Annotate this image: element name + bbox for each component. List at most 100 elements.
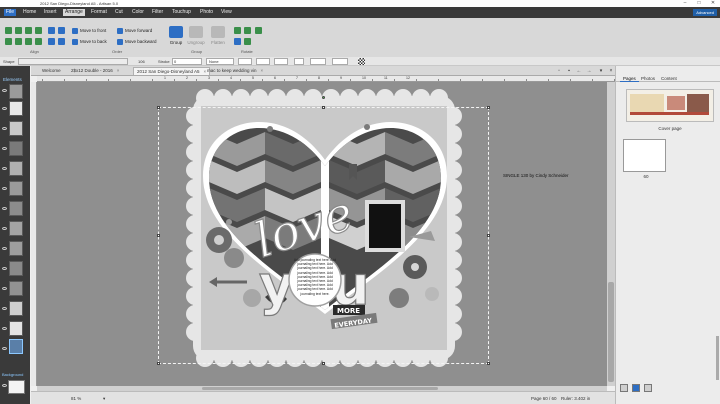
align-center-icon[interactable]: [15, 27, 22, 34]
resize-handle[interactable]: [157, 362, 160, 365]
align-left-icon[interactable]: [5, 27, 12, 34]
layer-thumb[interactable]: [9, 141, 23, 156]
grid-view-icon[interactable]: [620, 384, 628, 392]
layer-thumb[interactable]: [9, 241, 23, 256]
distribute-v-icon[interactable]: [15, 38, 22, 45]
minimize-icon[interactable]: –: [678, 0, 692, 7]
ungroup-button[interactable]: Ungroup: [185, 40, 207, 45]
eye-icon[interactable]: [2, 207, 7, 210]
single-view-icon[interactable]: [644, 384, 652, 392]
same-width-icon[interactable]: [25, 38, 32, 45]
tab-close-icon[interactable]: ×: [608, 68, 614, 74]
opacity-select[interactable]: [332, 58, 348, 65]
resize-handle[interactable]: [157, 234, 160, 237]
background-thumb[interactable]: [8, 380, 25, 394]
tab-pages[interactable]: Pages: [620, 75, 639, 82]
menu-filter[interactable]: Filter: [150, 9, 165, 16]
eye-icon[interactable]: [2, 167, 7, 170]
eye-icon[interactable]: [2, 147, 7, 150]
rotate-left-icon[interactable]: [234, 27, 241, 34]
horizontal-scroll-thumb[interactable]: [202, 387, 438, 390]
resize-handle[interactable]: [157, 106, 160, 109]
layer-thumb[interactable]: [9, 301, 23, 316]
resize-handle[interactable]: [487, 362, 490, 365]
menu-touchup[interactable]: Touchup: [170, 9, 193, 16]
layer-thumb[interactable]: [9, 84, 23, 99]
menu-format[interactable]: Format: [89, 9, 109, 16]
tab-photos[interactable]: Photos: [638, 75, 658, 82]
tab-san-diego[interactable]: 2012 San Diego-Disneyland A5 ×: [133, 67, 211, 75]
tab-double-2016[interactable]: 2$x12 Double - 2016 ×: [68, 67, 122, 75]
close-icon[interactable]: ✕: [706, 0, 720, 7]
ungroup-icon[interactable]: [189, 26, 203, 38]
tab-wedding[interactable]: mac to keep wedding vin ×: [204, 67, 266, 75]
close-icon[interactable]: ×: [261, 68, 264, 73]
menu-photo[interactable]: Photo: [198, 9, 215, 16]
menu-color[interactable]: Color: [130, 9, 146, 16]
group-icon[interactable]: [169, 26, 183, 38]
same-height-icon[interactable]: [35, 38, 42, 45]
stroke-width-field[interactable]: [172, 58, 202, 65]
layer-thumb-selected[interactable]: [9, 339, 23, 354]
group-button[interactable]: Group: [165, 40, 187, 45]
vertical-scroll-thumb[interactable]: [608, 282, 614, 382]
eye-icon[interactable]: [2, 287, 7, 290]
resize-handle[interactable]: [487, 234, 490, 237]
eye-icon[interactable]: [2, 107, 7, 110]
maximize-icon[interactable]: □: [692, 0, 706, 7]
move-to-back-button[interactable]: Move to back: [72, 38, 107, 46]
menu-cut[interactable]: Cut: [113, 9, 125, 16]
rotate-handle[interactable]: [322, 96, 325, 99]
vertical-scrollbar[interactable]: [607, 82, 615, 386]
eye-icon[interactable]: [2, 247, 7, 250]
page-60-thumb[interactable]: [623, 139, 666, 172]
canvas-workspace[interactable]: love you Add journaling text here. Add j…: [37, 82, 607, 386]
layer-thumb[interactable]: [9, 281, 23, 296]
menu-file[interactable]: File: [4, 9, 17, 16]
align-bottom-icon[interactable]: [58, 27, 65, 34]
stroke-style-select[interactable]: [238, 58, 252, 65]
layer-thumb[interactable]: [9, 101, 23, 116]
shadow-select[interactable]: [310, 58, 326, 65]
align-middle-icon[interactable]: [48, 27, 55, 34]
flatten-icon[interactable]: [211, 26, 225, 38]
menu-home[interactable]: Home: [21, 9, 38, 16]
align-right-icon[interactable]: [25, 27, 32, 34]
rotate-right-icon[interactable]: [244, 27, 251, 34]
close-icon[interactable]: ×: [117, 68, 120, 73]
transparency-icon[interactable]: [358, 58, 365, 65]
move-backward-button[interactable]: Move backward: [117, 38, 157, 46]
distribute-h-icon[interactable]: [5, 38, 12, 45]
menu-arrange[interactable]: Arrange: [63, 9, 85, 16]
tab-welcome[interactable]: Welcome: [39, 67, 64, 75]
tab-list-icon[interactable]: ▾: [598, 68, 604, 74]
eye-icon[interactable]: [2, 89, 7, 92]
flatten-button[interactable]: Flatten: [207, 40, 229, 45]
eye-icon[interactable]: [2, 307, 7, 310]
rotate-180-icon[interactable]: [234, 38, 241, 45]
shape-dropdown[interactable]: [18, 58, 128, 65]
eye-icon[interactable]: [2, 127, 7, 130]
resize-handle[interactable]: [322, 106, 325, 109]
spread-view-icon[interactable]: [632, 384, 640, 392]
eye-icon[interactable]: [2, 347, 7, 350]
eye-icon[interactable]: [2, 384, 7, 387]
advanced-button[interactable]: Advanced: [693, 9, 717, 16]
stroke-join-select[interactable]: [274, 58, 288, 65]
zoom-menu-icon[interactable]: ▾: [103, 396, 105, 401]
restore-icon[interactable]: ▫: [556, 68, 562, 74]
align-top-icon[interactable]: [35, 27, 42, 34]
layer-thumb[interactable]: [9, 261, 23, 276]
tab-forward-icon[interactable]: →: [586, 68, 592, 74]
eye-icon[interactable]: [2, 187, 7, 190]
stroke-end-select[interactable]: [256, 58, 270, 65]
flip-vertical-icon[interactable]: [244, 38, 251, 45]
eye-icon[interactable]: [2, 227, 7, 230]
layer-thumb[interactable]: [9, 221, 23, 236]
stroke-cap-select[interactable]: [294, 58, 304, 65]
menu-view[interactable]: View: [219, 9, 234, 16]
cover-page-thumb[interactable]: [626, 89, 714, 122]
pages-scrollbar[interactable]: [716, 336, 719, 380]
same-size-icon[interactable]: [48, 38, 55, 45]
zoom-level[interactable]: 81 %: [71, 396, 81, 401]
